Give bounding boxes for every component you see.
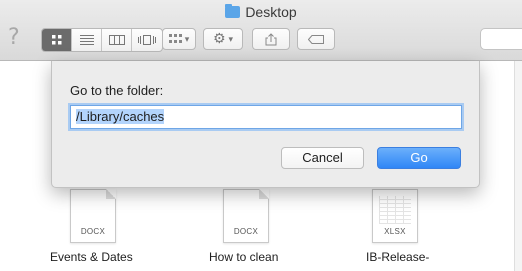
- cover-flow-view-button[interactable]: [132, 29, 162, 51]
- cover-flow-icon: [138, 35, 156, 45]
- chevron-down-icon: ▾: [228, 33, 234, 44]
- file-extension-label: DOCX: [80, 227, 106, 236]
- window-title: Desktop: [0, 3, 522, 21]
- docx-file-icon[interactable]: DOCX: [223, 189, 269, 243]
- gear-icon: ⚙: [212, 31, 226, 47]
- list-view-icon: [79, 35, 94, 45]
- docx-file-icon[interactable]: DOCX: [70, 189, 116, 243]
- path-selection: /Library/caches: [76, 109, 165, 124]
- column-view-icon: [108, 35, 125, 45]
- search-field[interactable]: [480, 28, 522, 50]
- go-to-folder-dialog: Go to the folder: /Library/caches Cancel…: [51, 61, 480, 188]
- icon-view-icon: [51, 35, 61, 45]
- cancel-button[interactable]: Cancel: [281, 147, 364, 169]
- file-name[interactable]: IB-Release-: [366, 250, 429, 264]
- dialog-label: Go to the folder:: [70, 83, 164, 98]
- share-button[interactable]: [252, 28, 290, 50]
- finder-toolbar: Desktop ? ▾ ⚙ ▾: [0, 0, 522, 61]
- folder-path-input[interactable]: /Library/caches: [70, 105, 462, 129]
- help-icon[interactable]: ?: [8, 26, 20, 50]
- action-button[interactable]: ⚙ ▾: [203, 28, 243, 50]
- file-name[interactable]: How to clean: [209, 250, 278, 264]
- scroll-edge: [514, 61, 522, 271]
- file-extension-label: DOCX: [233, 227, 259, 236]
- window-title-text: Desktop: [245, 4, 297, 20]
- xlsx-file-icon[interactable]: XLSX: [372, 189, 418, 243]
- tag-icon: [308, 34, 324, 44]
- go-button[interactable]: Go: [377, 147, 461, 169]
- folder-icon: [225, 4, 241, 18]
- list-view-button[interactable]: [72, 29, 102, 51]
- tags-button[interactable]: [297, 28, 335, 50]
- chevron-down-icon: ▾: [184, 33, 190, 44]
- file-name[interactable]: Events & Dates: [50, 250, 133, 264]
- arrange-button[interactable]: ▾: [162, 28, 196, 50]
- icon-view-button[interactable]: [42, 29, 72, 51]
- share-icon: [265, 32, 277, 45]
- column-view-button[interactable]: [102, 29, 132, 51]
- file-extension-label: XLSX: [384, 227, 406, 236]
- arrange-icon: [168, 34, 182, 43]
- view-mode-control: [41, 28, 163, 52]
